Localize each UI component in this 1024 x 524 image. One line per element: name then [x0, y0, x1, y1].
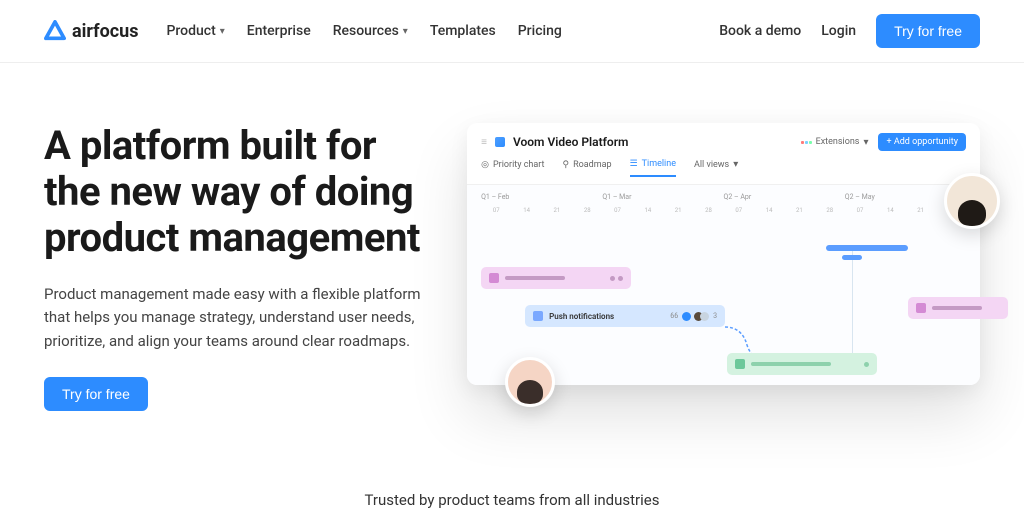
- user-avatar: [505, 357, 555, 407]
- main-nav: Product ▾ Enterprise Resources ▾ Templat…: [166, 23, 561, 39]
- grid-icon: [801, 141, 812, 144]
- try-free-button[interactable]: Try for free: [876, 14, 980, 48]
- hero-cta-button[interactable]: Try for free: [44, 377, 148, 411]
- user-avatar: [944, 173, 1000, 229]
- workspace-title: ≡ Voom Video Platform: [481, 135, 628, 149]
- nav-pricing[interactable]: Pricing: [518, 23, 562, 39]
- chevron-down-icon: ▾: [403, 26, 408, 37]
- tab-timeline[interactable]: ☰ Timeline: [630, 159, 676, 177]
- insight-icon: [682, 312, 691, 321]
- hero-illustration: ≡ Voom Video Platform Extensions ▾ + Add…: [467, 123, 980, 411]
- tab-roadmap[interactable]: ⚲ Roadmap: [562, 160, 611, 176]
- timeline-card-push-notifications[interactable]: Push notifications 66 3: [525, 305, 725, 327]
- timeline-card[interactable]: [908, 297, 1008, 319]
- nav-product[interactable]: Product ▾: [166, 23, 224, 39]
- tab-all-views[interactable]: All views ▾: [694, 159, 738, 176]
- hero-section: A platform built for the new way of doin…: [0, 63, 1024, 431]
- social-proof-heading: Trusted by product teams from all indust…: [0, 431, 1024, 519]
- hero-subtitle: Product management made easy with a flex…: [44, 283, 437, 353]
- app-tabs: ◎ Priority chart ⚲ Roadmap ☰ Timeline Al…: [467, 159, 980, 185]
- site-header: airfocus Product ▾ Enterprise Resources …: [0, 0, 1024, 63]
- card-color-icon: [489, 273, 499, 283]
- add-opportunity-button[interactable]: + Add opportunity: [878, 133, 966, 151]
- timeline-icon: ☰: [630, 159, 638, 169]
- timeline-card[interactable]: [727, 353, 877, 375]
- logo-text: airfocus: [72, 21, 138, 42]
- workspace-icon: [495, 137, 505, 147]
- app-actions: Extensions ▾ + Add opportunity: [801, 133, 966, 151]
- app-mockup: ≡ Voom Video Platform Extensions ▾ + Add…: [467, 123, 980, 385]
- avatar-icon: [700, 312, 709, 321]
- count-badge: 66: [670, 312, 678, 320]
- chevron-down-icon: ▾: [863, 137, 868, 148]
- chevron-down-icon: ▾: [733, 159, 738, 170]
- timeline-card[interactable]: [481, 267, 631, 289]
- card-color-icon: [735, 359, 745, 369]
- timeline-canvas: Q1 – Feb Q1 – Mar Q2 – Apr Q2 – May 07 1…: [467, 185, 980, 385]
- day-header: 07 14 21 28 07 14 21 28 07 14 21 28 07 1…: [481, 207, 966, 214]
- app-header: ≡ Voom Video Platform Extensions ▾ + Add…: [467, 123, 980, 159]
- card-color-icon: [916, 303, 926, 313]
- roadmap-icon: ⚲: [562, 160, 569, 170]
- header-left: airfocus Product ▾ Enterprise Resources …: [44, 20, 562, 42]
- chevron-down-icon: ▾: [220, 26, 225, 37]
- target-icon: ◎: [481, 160, 489, 170]
- nav-enterprise[interactable]: Enterprise: [247, 23, 311, 39]
- card-color-icon: [533, 311, 543, 321]
- timeline-bar[interactable]: [842, 255, 863, 260]
- today-line: [852, 245, 853, 365]
- login-link[interactable]: Login: [821, 23, 856, 39]
- nav-templates[interactable]: Templates: [430, 23, 496, 39]
- logo[interactable]: airfocus: [44, 20, 138, 42]
- logo-icon: [44, 20, 66, 42]
- month-header: Q1 – Feb Q1 – Mar Q2 – Apr Q2 – May: [481, 193, 966, 201]
- extensions-button[interactable]: Extensions ▾: [801, 137, 869, 148]
- book-demo-link[interactable]: Book a demo: [719, 23, 801, 39]
- hamburger-icon: ≡: [481, 137, 487, 148]
- nav-resources[interactable]: Resources ▾: [333, 23, 408, 39]
- timeline-bar[interactable]: [826, 245, 908, 251]
- hero-title: A platform built for the new way of doin…: [44, 123, 437, 261]
- hero-text: A platform built for the new way of doin…: [44, 123, 437, 411]
- tab-priority-chart[interactable]: ◎ Priority chart: [481, 160, 544, 176]
- header-right: Book a demo Login Try for free: [719, 14, 980, 48]
- count-badge: 3: [713, 312, 717, 320]
